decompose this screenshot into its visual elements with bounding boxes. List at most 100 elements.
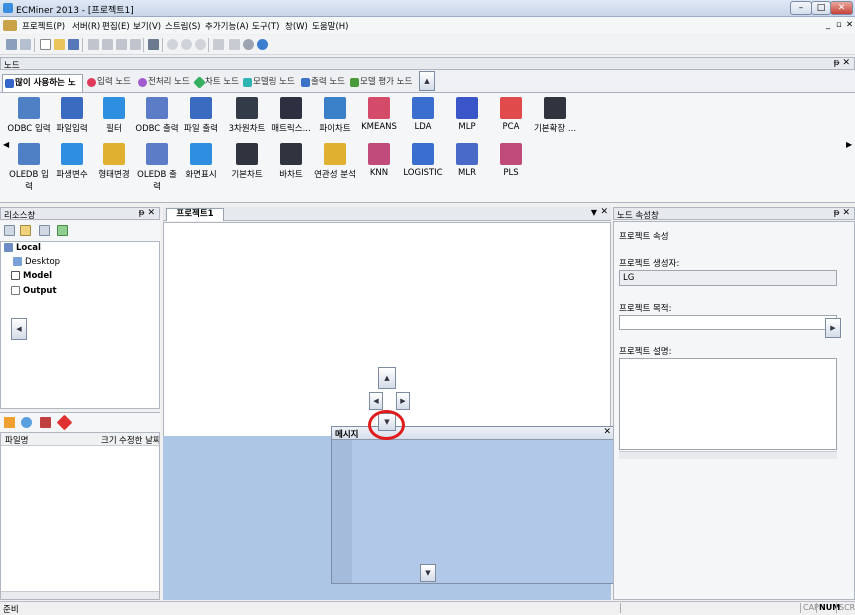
refresh-icon[interactable]: [40, 417, 51, 428]
menu-project[interactable]: 프로젝트(P): [22, 20, 65, 32]
settings-icon[interactable]: [229, 39, 240, 50]
star-icon[interactable]: [4, 417, 15, 428]
info-icon[interactable]: [257, 39, 268, 50]
menu-edit[interactable]: 편집(E): [102, 20, 130, 32]
delete-icon[interactable]: [130, 39, 141, 50]
row1-node-3[interactable]: ODBC 출력: [134, 97, 180, 134]
dock-right-button[interactable]: ▶: [825, 318, 841, 338]
tree-item-desktop[interactable]: Desktop: [13, 257, 60, 267]
mdi-close-icon[interactable]: ✕: [846, 20, 853, 30]
row2-node-8[interactable]: KNN: [356, 143, 402, 178]
row2-node-10[interactable]: MLR: [444, 143, 490, 178]
dock-bottom-button[interactable]: ▼: [420, 564, 436, 582]
tab-output-nodes[interactable]: 출력 노드: [299, 74, 346, 92]
col-filename[interactable]: 파일명: [5, 434, 28, 446]
creator-field[interactable]: LG: [619, 270, 837, 286]
row2-node-5[interactable]: 기본차트: [224, 143, 270, 180]
row2-node-7[interactable]: 연관성 분석: [312, 143, 358, 180]
menu-window[interactable]: 창(W): [285, 20, 308, 32]
col-size[interactable]: 크기: [101, 434, 117, 446]
row1-node-8[interactable]: KMEANS: [356, 97, 402, 132]
tab-project1[interactable]: 프로젝트1: [166, 208, 224, 221]
maximize-button[interactable]: □: [811, 1, 831, 15]
server-disconnect-icon[interactable]: [20, 39, 31, 50]
row2-node-6[interactable]: 바차트: [268, 143, 314, 180]
stop-icon[interactable]: [195, 39, 206, 50]
row1-node-10[interactable]: MLP: [444, 97, 490, 132]
row1-node-0[interactable]: ODBC 입력: [6, 97, 52, 134]
row2-node-11[interactable]: PLS: [488, 143, 534, 178]
paste-icon[interactable]: [116, 39, 127, 50]
horizontal-scrollbar[interactable]: [1, 591, 159, 599]
row2-node-4[interactable]: 화면표시: [178, 143, 224, 180]
row2-node-3[interactable]: OLEDB 출력: [134, 143, 180, 192]
save-icon[interactable]: [68, 39, 79, 50]
mdi-restore-icon[interactable]: ▫: [836, 20, 842, 30]
tab-dock-button[interactable]: ▲: [419, 71, 435, 91]
row1-node-4[interactable]: 파일 출력: [178, 97, 224, 134]
open-folder-icon[interactable]: [54, 39, 65, 50]
server-connect-icon[interactable]: [6, 39, 17, 50]
step-icon[interactable]: [181, 39, 192, 50]
menu-stream[interactable]: 스트림(S): [165, 20, 201, 32]
dock-top-button[interactable]: ▲: [378, 367, 396, 389]
refresh-icon[interactable]: [39, 225, 50, 236]
mdi-minimize-icon[interactable]: _: [826, 20, 830, 30]
cut-icon[interactable]: [88, 39, 99, 50]
dock-right-center-button[interactable]: ▶: [396, 392, 410, 410]
menu-view[interactable]: 보기(V): [133, 20, 161, 32]
description-field[interactable]: [619, 358, 837, 450]
add-icon[interactable]: [4, 225, 15, 236]
row2-node-9[interactable]: LOGISTIC: [400, 143, 446, 178]
print-icon[interactable]: [148, 39, 159, 50]
row1-node-6[interactable]: 매트릭스...: [268, 97, 314, 134]
folder-icon[interactable]: [20, 225, 31, 236]
row1-node-2[interactable]: 필터: [91, 97, 137, 134]
dock-left-center-button[interactable]: ◀: [369, 392, 383, 410]
ruby-icon[interactable]: [56, 414, 73, 431]
menu-server[interactable]: 서버(R): [72, 20, 100, 32]
tab-frequent-nodes[interactable]: 많이 사용하는 노드: [2, 74, 83, 104]
tab-modeling-nodes[interactable]: 모델링 노드: [241, 74, 297, 92]
tree-item-local[interactable]: Local: [4, 243, 41, 253]
menu-help[interactable]: 도움말(H): [312, 20, 348, 32]
tree-item-output[interactable]: Output: [11, 286, 57, 296]
run-icon[interactable]: [167, 39, 178, 50]
close-icon[interactable]: ✕: [603, 427, 611, 437]
help-icon[interactable]: [243, 39, 254, 50]
purpose-field[interactable]: [619, 315, 837, 330]
horizontal-scrollbar[interactable]: [619, 451, 837, 459]
tab-chart-nodes[interactable]: 차트 노드: [193, 74, 239, 92]
dropdown-icon[interactable]: ▼: [591, 208, 597, 217]
row2-node-0[interactable]: OLEDB 입력: [6, 143, 52, 192]
minimize-button[interactable]: –: [790, 1, 812, 15]
row1-node-5[interactable]: 3차원차트: [224, 97, 270, 134]
row1-node-11[interactable]: PCA: [488, 97, 534, 132]
globe-icon[interactable]: [21, 417, 32, 428]
message-window[interactable]: 메시지 ✕ ▼: [331, 426, 615, 584]
row2-node-1[interactable]: 파생변수: [49, 143, 95, 180]
row2-node-2[interactable]: 형태변경: [91, 143, 137, 180]
row1-node-7[interactable]: 파이차트: [312, 97, 358, 134]
dock-left-button[interactable]: ◀: [11, 318, 27, 340]
window-icon[interactable]: [213, 39, 224, 50]
row1-node-9[interactable]: LDA: [400, 97, 446, 132]
pin-close-icon[interactable]: ᵽ ✕: [834, 58, 850, 68]
new-file-icon[interactable]: [40, 39, 51, 50]
row1-node-1[interactable]: 파일입력: [49, 97, 95, 134]
tab-preprocess-nodes[interactable]: 전처리 노드: [136, 74, 191, 92]
col-modified[interactable]: 수정한 날짜: [119, 434, 159, 446]
scroll-right-icon[interactable]: ▶: [846, 140, 852, 149]
export-icon[interactable]: [57, 225, 68, 236]
close-icon[interactable]: ✕: [600, 207, 608, 217]
tab-model-eval-nodes[interactable]: 모델 평가 노드: [348, 74, 414, 92]
tab-input-nodes[interactable]: 입력 노드: [85, 74, 135, 92]
menu-tools[interactable]: 도구(T): [252, 20, 279, 32]
menu-addon[interactable]: 추가기능(A): [205, 20, 249, 32]
pin-close-icon[interactable]: ᵽ ✕: [834, 208, 850, 218]
copy-icon[interactable]: [102, 39, 113, 50]
row1-node-12[interactable]: 기본확장 ...: [532, 97, 578, 134]
pin-close-icon[interactable]: ᵽ ✕: [139, 208, 155, 218]
close-button[interactable]: ✕: [830, 1, 853, 15]
tree-item-model[interactable]: Model: [11, 271, 52, 281]
